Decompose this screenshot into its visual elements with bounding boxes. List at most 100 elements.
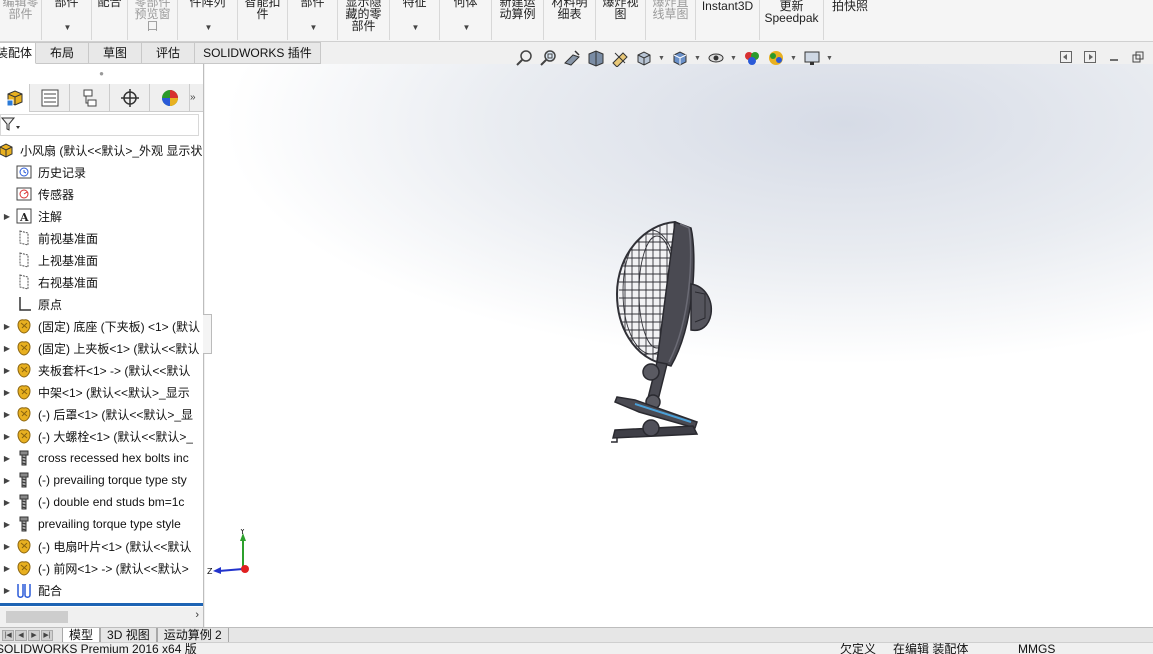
dropdown-arrow-icon[interactable]: ▼ bbox=[310, 22, 318, 34]
apply-scene-dropdown-icon[interactable]: ▼ bbox=[790, 55, 798, 62]
tree-item[interactable]: ▶ (-) 前网<1> -> (默认<<默认> bbox=[0, 557, 203, 579]
featuremanager-tree-tab-icon[interactable] bbox=[0, 84, 30, 112]
minimize-icon[interactable] bbox=[1107, 50, 1121, 64]
expand-arrow-icon[interactable]: ▶ bbox=[0, 366, 14, 375]
tile-right-icon[interactable] bbox=[1083, 50, 1097, 64]
tab-sketch[interactable]: 草图 bbox=[89, 42, 143, 64]
tree-filter[interactable] bbox=[0, 114, 199, 136]
tree-item[interactable]: ▶ (-) 大螺栓<1> (默认<<默认>_ bbox=[0, 425, 203, 447]
zoom-to-area-icon[interactable] bbox=[538, 48, 558, 68]
dropdown-arrow-icon[interactable]: ▼ bbox=[463, 22, 471, 34]
graphics-area[interactable]: Y Z bbox=[205, 64, 1153, 627]
view-orientation-dropdown-icon[interactable]: ▼ bbox=[658, 55, 666, 62]
status-units[interactable]: MMGS bbox=[1018, 643, 1055, 654]
last-tab-icon[interactable]: ▶| bbox=[41, 629, 53, 641]
tree-item[interactable]: 上视基准面 bbox=[0, 249, 203, 271]
expand-arrow-icon[interactable]: ▶ bbox=[0, 564, 14, 573]
tab-model[interactable]: 模型 bbox=[62, 628, 101, 642]
view-settings-icon[interactable] bbox=[802, 48, 822, 68]
previous-view-icon[interactable] bbox=[562, 48, 582, 68]
expand-arrow-icon[interactable]: ▶ bbox=[0, 432, 14, 441]
hide-show-items-icon[interactable] bbox=[706, 48, 726, 68]
filter-funnel-icon[interactable] bbox=[0, 116, 21, 135]
tree-item[interactable]: ▶ (固定) 上夹板<1> (默认<<默认 bbox=[0, 337, 203, 359]
expand-arrow-icon[interactable]: ▶ bbox=[0, 520, 14, 529]
expand-arrow-icon[interactable]: ▶ bbox=[0, 410, 14, 419]
ribbon-button-take-snapshot[interactable]: 拍快照 bbox=[824, 0, 876, 40]
expand-arrow-icon[interactable]: ▶ bbox=[0, 454, 14, 463]
edit-appearance-icon[interactable] bbox=[742, 48, 762, 68]
ribbon-button-reference-geometry[interactable]: 何体 ▼ bbox=[440, 0, 492, 40]
expand-arrow-icon[interactable]: ▶ bbox=[0, 344, 14, 353]
propertymanager-tab-icon[interactable] bbox=[30, 84, 70, 112]
panel-flyout-handle[interactable] bbox=[203, 314, 212, 354]
tab-3d-views[interactable]: 3D 视图 bbox=[100, 628, 157, 642]
tree-item[interactable]: ▶ (-) double end studs bm=1c bbox=[0, 491, 203, 513]
tree-item[interactable]: ▶ (-) 电扇叶片<1> (默认<<默认 bbox=[0, 535, 203, 557]
tree-item[interactable]: 前视基准面 bbox=[0, 227, 203, 249]
ribbon-button-insert-components[interactable]: 部件 ▼ bbox=[42, 0, 92, 40]
tab-motion-study-2[interactable]: 运动算例 2 bbox=[156, 628, 229, 642]
previous-tab-icon[interactable]: ◀ bbox=[15, 629, 27, 641]
tab-evaluate[interactable]: 评估 bbox=[142, 42, 196, 64]
displaymanager-tab-icon[interactable] bbox=[150, 84, 190, 112]
tree-horizontal-scrollbar[interactable]: › bbox=[0, 607, 203, 627]
configurationmanager-tab-icon[interactable] bbox=[70, 84, 110, 112]
ribbon-button-show-hidden[interactable]: 显示隐 藏的零 部件 bbox=[338, 0, 390, 40]
tree-item[interactable]: ▶ 夹板套杆<1> -> (默认<<默认 bbox=[0, 359, 203, 381]
dynamic-annotation-icon[interactable] bbox=[610, 48, 630, 68]
ribbon-button-exploded-view[interactable]: 爆炸视 图 bbox=[596, 0, 646, 40]
dropdown-arrow-icon[interactable]: ▼ bbox=[64, 22, 72, 34]
tree-item[interactable]: ▶ 中架<1> (默认<<默认>_显示 bbox=[0, 381, 203, 403]
tile-left-icon[interactable] bbox=[1059, 50, 1073, 64]
tab-assembly[interactable]: 装配体 bbox=[0, 42, 37, 64]
expand-arrow-icon[interactable]: ▶ bbox=[0, 498, 14, 507]
tree-item[interactable]: 右视基准面 bbox=[0, 271, 203, 293]
tree-root-assembly[interactable]: 小风扇 (默认<<默认>_外观 显示状态-1>) bbox=[0, 139, 203, 161]
restore-icon[interactable] bbox=[1131, 50, 1145, 64]
scroll-right-icon[interactable]: › bbox=[195, 609, 199, 621]
expand-arrow-icon[interactable]: ▶ bbox=[0, 586, 14, 595]
tree-item[interactable]: ▶ A 注解 bbox=[0, 205, 203, 227]
ribbon-button-edit-component[interactable]: 编辑零 部件 bbox=[0, 0, 42, 40]
dropdown-arrow-icon[interactable]: ▼ bbox=[412, 22, 420, 34]
expand-arrow-icon[interactable]: ▶ bbox=[0, 542, 14, 551]
expand-arrow-icon[interactable]: ▶ bbox=[0, 212, 14, 221]
view-settings-dropdown-icon[interactable]: ▼ bbox=[826, 55, 834, 62]
tree-item[interactable]: 原点 bbox=[0, 293, 203, 315]
tree-item[interactable]: ▶ (固定) 底座 (下夹板) <1> (默认 bbox=[0, 315, 203, 337]
panel-grip-icon[interactable]: ● bbox=[0, 64, 203, 84]
dimxpertmanager-tab-icon[interactable] bbox=[110, 84, 150, 112]
zoom-to-fit-icon[interactable] bbox=[514, 48, 534, 68]
tree-item[interactable]: ▶ (-) 后罩<1> (默认<<默认>_显 bbox=[0, 403, 203, 425]
ribbon-button-smart-fasteners[interactable]: 智能扣 件 bbox=[238, 0, 288, 40]
display-style-dropdown-icon[interactable]: ▼ bbox=[694, 55, 702, 62]
view-orientation-icon[interactable] bbox=[634, 48, 654, 68]
ribbon-button-new-motion-study[interactable]: 新建运 动算例 bbox=[492, 0, 544, 40]
ribbon-button-move-component[interactable]: 部件 ▼ bbox=[288, 0, 338, 40]
hide-show-dropdown-icon[interactable]: ▼ bbox=[730, 55, 738, 62]
first-tab-icon[interactable]: |◀ bbox=[2, 629, 14, 641]
tab-layout[interactable]: 布局 bbox=[36, 42, 90, 64]
ribbon-button-pattern[interactable]: 件阵列 ▼ bbox=[178, 0, 238, 40]
expand-arrow-icon[interactable]: ▶ bbox=[0, 388, 14, 397]
ribbon-button-assembly-features[interactable]: 特征 ▼ bbox=[390, 0, 440, 40]
section-view-icon[interactable] bbox=[586, 48, 606, 68]
dropdown-arrow-icon[interactable]: ▼ bbox=[205, 22, 213, 34]
fan-assembly-model[interactable] bbox=[605, 214, 725, 454]
tree-item[interactable]: ▶ prevailing torque type style bbox=[0, 513, 203, 535]
more-tabs-icon[interactable]: » bbox=[190, 84, 200, 111]
next-tab-icon[interactable]: ▶ bbox=[28, 629, 40, 641]
ribbon-button-bill-of-materials[interactable]: 材料明 细表 bbox=[544, 0, 596, 40]
ribbon-button-update-speedpak[interactable]: 更新 Speedpak bbox=[760, 0, 824, 40]
expand-arrow-icon[interactable]: ▶ bbox=[0, 322, 14, 331]
ribbon-button-mate[interactable]: 配合 bbox=[92, 0, 128, 40]
scrollbar-thumb[interactable] bbox=[6, 611, 68, 623]
ribbon-button-instant3d[interactable]: Instant3D bbox=[696, 0, 760, 40]
tree-item[interactable]: 历史记录 bbox=[0, 161, 203, 183]
ribbon-button-explode-line-sketch[interactable]: 爆炸直 线草图 bbox=[646, 0, 696, 40]
display-style-icon[interactable] bbox=[670, 48, 690, 68]
tab-solidworks-addins[interactable]: SOLIDWORKS 插件 bbox=[195, 42, 321, 64]
tree-item[interactable]: ▶ cross recessed hex bolts inc bbox=[0, 447, 203, 469]
expand-arrow-icon[interactable]: ▶ bbox=[0, 476, 14, 485]
